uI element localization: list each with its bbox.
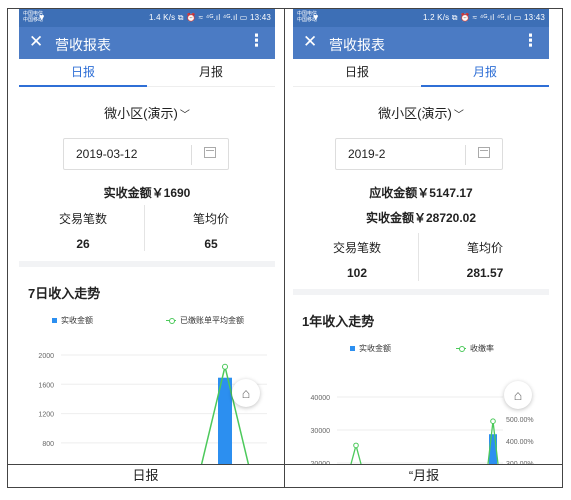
kpi-label: 笔均价 xyxy=(192,212,229,226)
phone-daily: 中国电信 中国移动 ♥ 1.4 K/s ⧉ ⏰ ≈ ⁴ᴳ.ıl ⁴ᴳ.ıl ▭ … xyxy=(19,9,275,464)
close-icon[interactable]: ✕ xyxy=(303,32,317,52)
point-average xyxy=(222,363,228,370)
y-tick-label: 40000 xyxy=(311,395,331,402)
calendar-icon[interactable] xyxy=(204,147,216,158)
section-title: 7日收入走势 xyxy=(28,286,101,301)
kpi-divider xyxy=(418,233,419,281)
legend-average[interactable]: 已缴账单平均金额 xyxy=(166,315,244,326)
date-value: 2019-2 xyxy=(348,147,386,161)
legend-swatch xyxy=(350,346,355,351)
section-title: 1年收入走势 xyxy=(302,314,375,329)
home-icon[interactable]: ⌂ xyxy=(232,379,260,407)
app-bar: ✕ 营收报表 ⋮ xyxy=(293,27,549,59)
y-tick-label: 800 xyxy=(42,441,54,448)
legend-label: 收缴率 xyxy=(470,344,494,353)
store-selector[interactable]: 微小区(演示) ﹀ xyxy=(19,103,275,121)
app-title: 营收报表 xyxy=(329,37,385,53)
tab-daily[interactable]: 日报 xyxy=(293,59,421,87)
receivable-amount: 应收金额￥5147.17 xyxy=(369,186,473,200)
app-bar: ✕ 营收报表 ⋮ xyxy=(19,27,275,59)
frame-divider xyxy=(284,8,285,488)
kpi-transactions: 交易笔数 26 xyxy=(19,210,147,251)
status-indicators: 1.2 K/s ⧉ ⏰ ≈ ⁴ᴳ.ıl ⁴ᴳ.ıl ▭ 13:43 xyxy=(423,13,545,22)
y-tick-label: 2000 xyxy=(38,353,54,360)
legend-swatch xyxy=(52,318,57,323)
kpi-value: 281.57 xyxy=(466,266,504,280)
kpi-transactions: 交易笔数 102 xyxy=(293,239,421,280)
kpi-average-price: 笔均价 65 xyxy=(147,210,275,251)
more-menu-icon[interactable]: ⋮ xyxy=(522,31,539,51)
month-picker[interactable]: 2019-2 xyxy=(335,138,503,170)
report-tabs: 日报 月报 xyxy=(19,59,275,87)
caption-monthly: “月报 xyxy=(408,468,440,483)
store-name: 微小区(演示) xyxy=(378,106,452,121)
caption-divider xyxy=(7,464,563,465)
legend-swatch xyxy=(166,318,176,324)
store-selector[interactable]: 微小区(演示) ﹀ xyxy=(293,103,549,121)
heart-icon: ♥ xyxy=(39,12,45,22)
kpi-label: 笔均价 xyxy=(466,241,503,255)
tab-monthly[interactable]: 月报 xyxy=(147,59,275,87)
date-picker[interactable]: 2019-03-12 xyxy=(63,138,229,170)
date-separator xyxy=(191,145,192,165)
y2-tick-label: 500.00% xyxy=(506,417,534,424)
status-bar: 中国电信 中国移动 ♥ 1.2 K/s ⧉ ⏰ ≈ ⁴ᴳ.ıl ⁴ᴳ.ıl ▭ … xyxy=(293,9,549,27)
kpi-value: 26 xyxy=(76,237,90,251)
point-collection-rate xyxy=(490,418,496,425)
caption-daily: 日报 xyxy=(132,468,159,483)
app-title: 营收报表 xyxy=(55,37,111,53)
chevron-down-icon: ﹀ xyxy=(179,110,190,121)
received-amount: 实收金额￥1690 xyxy=(103,186,191,200)
tab-monthly[interactable]: 月报 xyxy=(421,59,549,87)
chevron-down-icon: ﹀ xyxy=(453,110,464,121)
received-amount: 实收金额￥28720.02 xyxy=(365,211,477,225)
bar-received xyxy=(218,377,232,464)
phone-monthly: 中国电信 中国移动 ♥ 1.2 K/s ⧉ ⏰ ≈ ⁴ᴳ.ıl ⁴ᴳ.ıl ▭ … xyxy=(293,9,549,464)
kpi-value: 65 xyxy=(204,237,218,251)
kpi-label: 交易笔数 xyxy=(332,241,381,255)
store-name: 微小区(演示) xyxy=(104,106,178,121)
home-icon[interactable]: ⌂ xyxy=(504,381,532,409)
section-separator xyxy=(19,261,275,267)
legend-received[interactable]: 实收金额 xyxy=(350,343,391,354)
section-separator xyxy=(293,289,549,295)
report-tabs: 日报 月报 xyxy=(293,59,549,87)
monthly-chart: 400003000020000500.00%400.00%300.00% xyxy=(311,395,534,464)
y-tick-label: 30000 xyxy=(311,428,331,435)
legend-received[interactable]: 实收金额 xyxy=(52,315,93,326)
legend-label: 实收金额 xyxy=(359,344,391,353)
more-menu-icon[interactable]: ⋮ xyxy=(248,31,265,51)
status-indicators: 1.4 K/s ⧉ ⏰ ≈ ⁴ᴳ.ıl ⁴ᴳ.ıl ▭ 13:43 xyxy=(149,13,271,22)
legend-collection-rate[interactable]: 收缴率 xyxy=(456,343,494,354)
heart-icon: ♥ xyxy=(313,12,319,22)
y2-tick-label: 400.00% xyxy=(506,439,534,446)
kpi-label: 交易笔数 xyxy=(58,212,107,226)
date-separator xyxy=(465,145,466,165)
kpi-divider xyxy=(144,205,145,251)
y-tick-label: 1600 xyxy=(38,382,54,389)
tab-daily[interactable]: 日报 xyxy=(19,59,147,87)
calendar-icon[interactable] xyxy=(478,147,490,158)
point-collection-rate xyxy=(353,442,359,449)
legend-label: 实收金额 xyxy=(61,316,93,325)
kpi-value: 102 xyxy=(346,266,368,280)
date-value: 2019-03-12 xyxy=(76,147,138,161)
legend-swatch xyxy=(456,346,466,352)
kpi-average-price: 笔均价 281.57 xyxy=(421,239,549,280)
y-tick-label: 1200 xyxy=(38,412,54,419)
status-bar: 中国电信 中国移动 ♥ 1.4 K/s ⧉ ⏰ ≈ ⁴ᴳ.ıl ⁴ᴳ.ıl ▭ … xyxy=(19,9,275,27)
close-icon[interactable]: ✕ xyxy=(29,32,43,52)
legend-label: 已缴账单平均金额 xyxy=(180,316,244,325)
